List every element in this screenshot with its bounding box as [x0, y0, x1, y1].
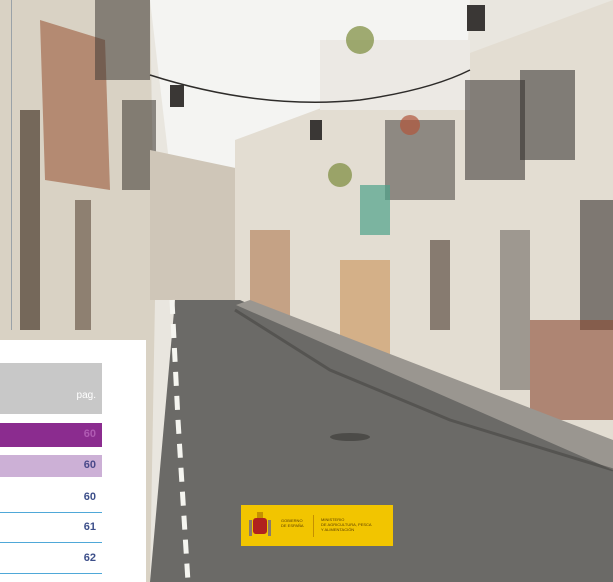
toc-page-number: 61: [83, 521, 96, 533]
toc-page-number: 60: [83, 491, 96, 503]
coat-of-arms-icon: [249, 512, 271, 536]
toc-row[interactable]: 60: [0, 423, 102, 447]
government-text: GOBIERNO DE ESPAÑA: [281, 518, 304, 528]
toc-row[interactable]: 62: [0, 547, 102, 574]
toc-row[interactable]: 60: [0, 486, 102, 513]
ministry-logo: GOBIERNO DE ESPAÑA MINISTERIO DE AGRICUL…: [241, 505, 393, 546]
toc-page-number: 60: [83, 459, 96, 471]
ministry-text: MINISTERIO DE AGRICULTURA, PESCA Y ALIME…: [321, 517, 372, 532]
toc-row[interactable]: 60: [0, 455, 102, 477]
logo-divider: [313, 515, 314, 537]
toc-row[interactable]: 61: [0, 516, 102, 543]
margin-rule: [11, 0, 12, 330]
toc-page-number: 60: [83, 428, 96, 440]
pag-column-label: pag.: [76, 390, 96, 401]
toc-header: pag.: [0, 363, 102, 414]
toc-page-number: 62: [83, 552, 96, 564]
